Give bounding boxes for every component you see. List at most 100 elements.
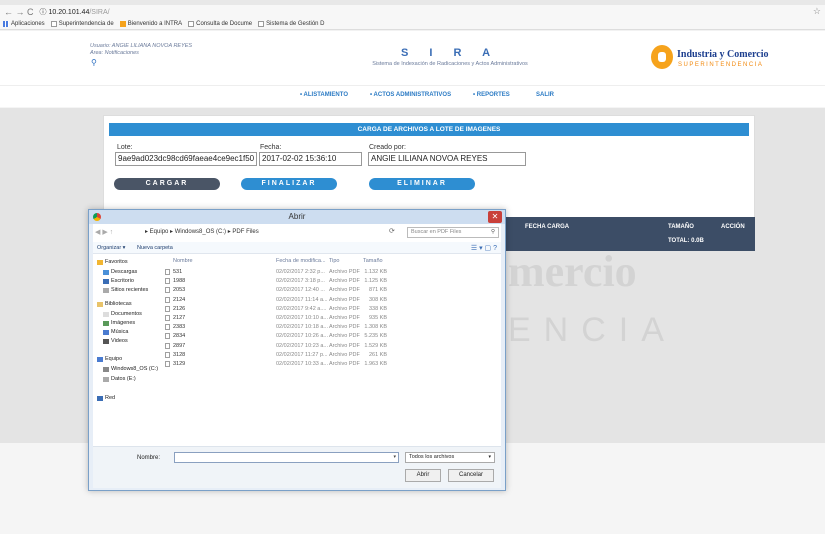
file-type: Archivo PDF xyxy=(329,361,360,367)
bookmark-item[interactable]: Bienvenido a INTRA xyxy=(119,21,182,27)
apps-grid-icon xyxy=(3,21,9,27)
search-placeholder: Buscar en PDF Files xyxy=(411,229,462,235)
sic-logo: Industria y Comercio SUPERINTENDENCIA xyxy=(651,43,768,77)
view-options-icon[interactable]: ☰ ▾ ▢ ? xyxy=(471,244,497,252)
page-icon xyxy=(50,21,57,27)
nav-item[interactable]: Descargas xyxy=(103,269,137,275)
nav-item[interactable]: Videos xyxy=(103,338,128,344)
menu-actos-administrativos[interactable]: • ACTOS ADMINISTRATIVOS xyxy=(370,92,451,98)
dialog-breadcrumb[interactable]: ▸ Equipo ▸ Windows8_OS (C:) ▸ PDF Files xyxy=(145,228,259,235)
file-date: 02/02/2017 10:10 a... xyxy=(276,315,328,321)
file-row[interactable]: 3129 02/02/2017 10:33 a... Archivo PDF 1.96… xyxy=(163,360,493,369)
file-row[interactable]: 3128 02/02/2017 11:27 p... Archivo PDF 261 … xyxy=(163,351,493,360)
nav-item-label: Bibliotecas xyxy=(105,301,132,307)
cargar-button[interactable]: CARGAR xyxy=(114,178,220,190)
creado-label: Creado por: xyxy=(369,144,406,151)
search-icon[interactable]: ⚲ xyxy=(91,58,97,67)
menu-salir[interactable]: SALIR xyxy=(536,92,554,98)
col-type[interactable]: Tipo xyxy=(329,258,340,264)
file-row[interactable]: 2126 02/02/2017 9:42 a.... Archivo PDF 338 … xyxy=(163,305,493,314)
file-size: 1.132 KB xyxy=(364,269,387,275)
main-menu: • ALISTAMIENTO • ACTOS ADMINISTRATIVOS •… xyxy=(0,85,825,107)
chevron-down-icon[interactable]: ▾ xyxy=(393,454,396,460)
close-icon[interactable]: ✕ xyxy=(488,211,502,223)
finalizar-button[interactable]: FINALIZAR xyxy=(241,178,337,190)
nav-item-label: Documentos xyxy=(111,311,142,317)
creado-field[interactable]: ANGIE LILIANA NOVOA REYES xyxy=(368,152,526,166)
file-row[interactable]: 2834 02/02/2017 10:26 a... Archivo PDF 5.23… xyxy=(163,332,493,341)
nav-item[interactable]: Sitios recientes xyxy=(103,287,148,293)
dialog-titlebar[interactable]: Abrir ✕ xyxy=(89,210,505,224)
organize-button[interactable]: Organizar ▾ xyxy=(97,245,125,251)
file-date: 02/02/2017 11:14 a... xyxy=(276,296,328,303)
nav-item[interactable]: Bibliotecas xyxy=(97,301,132,307)
nav-item-label: Favoritos xyxy=(105,259,128,265)
bookmark-item[interactable]: Superintendencia de xyxy=(50,21,114,27)
dialog-title: Abrir xyxy=(288,212,306,221)
bookmark-apps[interactable]: Aplicaciones xyxy=(3,21,45,27)
chrome-icon xyxy=(93,213,101,221)
file-type: Archivo PDF xyxy=(329,324,360,331)
file-type-select[interactable]: Todos los archivos ▾ xyxy=(405,452,495,463)
file-row[interactable]: 2383 02/02/2017 10:18 a... Archivo PDF 1.30… xyxy=(163,323,493,332)
eliminar-button[interactable]: ELIMINAR xyxy=(369,178,475,190)
url-host: ⓘ 10.20.101.44 xyxy=(39,9,90,16)
file-list: Nombre Fecha de modifica... Tipo Tamaño … xyxy=(163,255,493,445)
dialog-search-input[interactable]: Buscar en PDF Files ⚲ xyxy=(407,227,499,238)
browser-nav-buttons[interactable]: ← → C xyxy=(4,7,34,17)
url-text[interactable]: ⓘ 10.20.101.44/SIRA/ xyxy=(40,7,110,17)
bookmark-star-icon[interactable]: ☆ xyxy=(813,6,821,17)
menu-reportes[interactable]: • REPORTES xyxy=(473,92,510,98)
page-icon xyxy=(258,21,265,27)
folder-icon xyxy=(97,301,103,307)
nav-item[interactable]: Música xyxy=(103,329,128,335)
folder-icon xyxy=(103,269,109,275)
folder-icon xyxy=(103,329,109,335)
bookmark-item[interactable]: Consulta de Docume xyxy=(188,21,252,27)
site-header: Usuario: ANGIE LILIANA NOVOA REYES Area:… xyxy=(0,31,825,85)
dialog-nav-pane: Favoritos Descargas Escritorio Sitios recie… xyxy=(93,255,159,445)
new-folder-button[interactable]: Nueva carpeta xyxy=(137,245,173,251)
file-size: 1.125 KB xyxy=(364,278,387,285)
pdf-file-icon xyxy=(165,269,170,275)
file-row[interactable]: 531 02/02/2017 2:32 p... Archivo PDF 1.132 … xyxy=(163,268,493,277)
file-row[interactable]: 2053 02/02/2017 12:40 ... Archivo PDF 871 K… xyxy=(163,286,493,295)
file-row[interactable]: 2897 02/02/2017 10:23 a... Archivo PDF 1.52… xyxy=(163,342,493,351)
col-name[interactable]: Nombre xyxy=(173,258,193,264)
nav-item[interactable]: Red xyxy=(97,395,115,401)
file-date: 02/02/2017 2:32 p... xyxy=(276,269,325,275)
nav-item[interactable]: Windows8_OS (C:) xyxy=(103,366,158,372)
folder-icon xyxy=(103,366,109,372)
open-button[interactable]: Abrir xyxy=(405,469,441,482)
nav-item[interactable]: Datos (E:) xyxy=(103,376,136,382)
filename-input[interactable]: ▾ xyxy=(174,452,399,463)
watermark-text: ENCIA xyxy=(508,311,677,349)
file-date: 02/02/2017 11:27 p... xyxy=(276,351,328,358)
bookmark-item[interactable]: Sistema de Gestión D xyxy=(258,21,325,27)
file-row[interactable]: 1988 02/02/2017 3:18 p... Archivo PDF 1.125… xyxy=(163,277,493,286)
dialog-toolbar: Organizar ▾ Nueva carpeta ☰ ▾ ▢ ? xyxy=(93,242,501,254)
file-row[interactable]: 2124 02/02/2017 11:14 a... Archivo PDF 308 … xyxy=(163,296,493,305)
back-forward-icon[interactable]: ◀ ▶ ↑ xyxy=(95,228,113,236)
search-icon: ⚲ xyxy=(490,229,495,235)
menu-alistamiento[interactable]: • ALISTAMIENTO xyxy=(300,92,348,98)
fecha-field[interactable]: 2017-02-02 15:36:10 xyxy=(259,152,362,166)
file-row[interactable]: 2127 02/02/2017 10:10 a... Archivo PDF 935 … xyxy=(163,314,493,323)
cancel-button[interactable]: Cancelar xyxy=(448,469,494,482)
nav-item[interactable]: Favoritos xyxy=(97,259,128,265)
address-bar[interactable]: ← → C ⓘ 10.20.101.44/SIRA/ ☆ xyxy=(0,5,825,19)
lote-field[interactable]: 9ae9ad023dc98cd69faeae4ce9ec1f50 xyxy=(115,152,257,166)
col-size[interactable]: Tamaño xyxy=(363,258,383,264)
nav-item[interactable]: Imágenes xyxy=(103,320,135,326)
nav-item[interactable]: Equipo xyxy=(97,356,122,362)
file-size: 1.529 KB xyxy=(364,342,387,349)
folder-icon xyxy=(103,287,109,293)
user-info: Usuario: ANGIE LILIANA NOVOA REYES Area:… xyxy=(90,43,192,57)
file-type: Archivo PDF xyxy=(329,333,360,340)
nav-item[interactable]: Escritorio xyxy=(103,278,134,284)
refresh-icon[interactable]: ⟳ xyxy=(389,227,405,235)
url-path: /SIRA/ xyxy=(89,9,110,16)
nav-item[interactable]: Documentos xyxy=(103,311,142,317)
file-name: 2126 xyxy=(173,305,186,312)
col-date[interactable]: Fecha de modifica... xyxy=(276,258,326,264)
